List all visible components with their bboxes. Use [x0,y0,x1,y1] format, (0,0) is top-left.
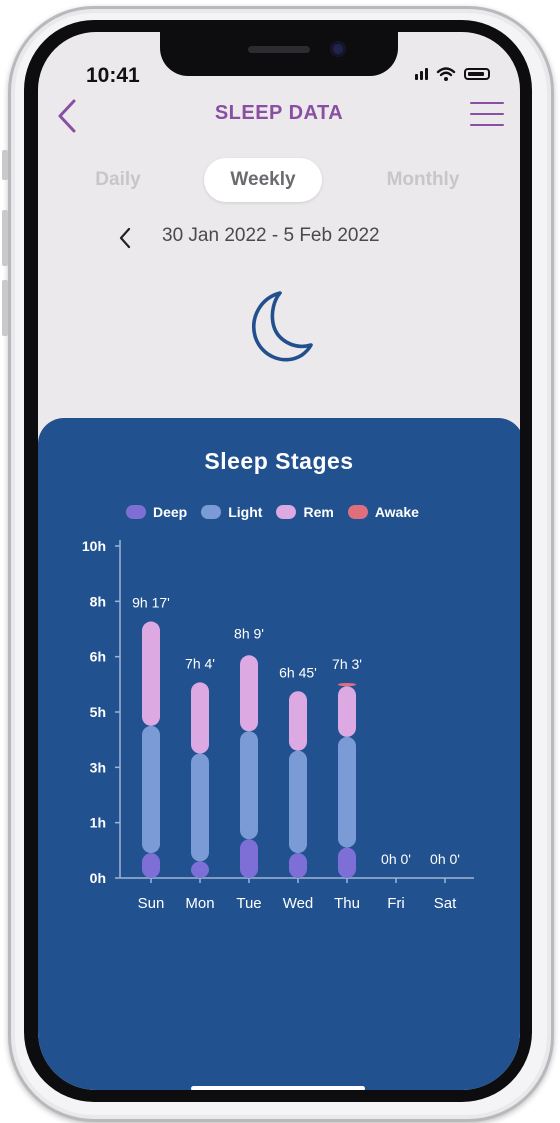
bar-segment-deep [142,853,160,878]
x-tick-label: Fri [387,895,405,912]
phone-volume-down [2,280,8,336]
bar-segment-rem [142,621,160,726]
bar-segment-rem [240,655,258,732]
x-tick-label: Mon [185,895,214,912]
bar-segment-deep [338,847,356,878]
x-tick-label: Sun [138,895,165,912]
bar-segment-deep [240,839,258,878]
y-tick-label: 3h [90,759,106,775]
bar-segment-light [142,725,160,854]
y-tick-label: 8h [90,593,106,609]
bar-segment-rem [191,682,209,754]
bar-segment-deep [289,853,307,878]
bar-total-label: 7h 4' [185,655,215,671]
x-tick-label: Wed [283,895,314,912]
x-tick-label: Sat [434,895,457,912]
home-indicator [191,1086,365,1090]
bar-segment-light [289,750,307,854]
y-tick-label: 1h [90,815,106,831]
x-tick-label: Thu [334,895,360,912]
sleep-stages-chart: 0h 1h 3h 5h 6h 8h 10h 9h 17' Sun 7h 4' Mon 8h 9' Tue… [82,538,474,912]
phone-volume-up [2,210,8,266]
bar-total-label: 0h 0' [381,851,411,867]
x-tick-label: Tue [236,895,261,912]
app-screen: 10:41 SLEEP DATA Daily Weekly Monthly 30… [38,32,520,1090]
bar-total-label: 8h 9' [234,626,264,642]
bar-total-label: 9h 17' [132,594,170,610]
y-tick-label: 0h [90,870,106,886]
bar-total-label: 0h 0' [430,851,460,867]
bar-segment-light [191,753,209,862]
bar-segment-rem [289,691,307,751]
y-tick-label: 6h [90,649,106,665]
y-tick-label: 5h [90,704,106,720]
bar-total-label: 7h 3' [332,656,362,672]
phone-mute-switch [2,150,8,180]
bar-segment-awake [338,682,356,687]
bar-segment-deep [191,861,209,878]
bar-total-label: 6h 45' [279,664,317,680]
bar-segment-light [338,736,356,848]
y-tick-label: 10h [82,538,106,554]
bar-segment-rem [338,686,356,737]
bar-segment-light [240,731,258,840]
